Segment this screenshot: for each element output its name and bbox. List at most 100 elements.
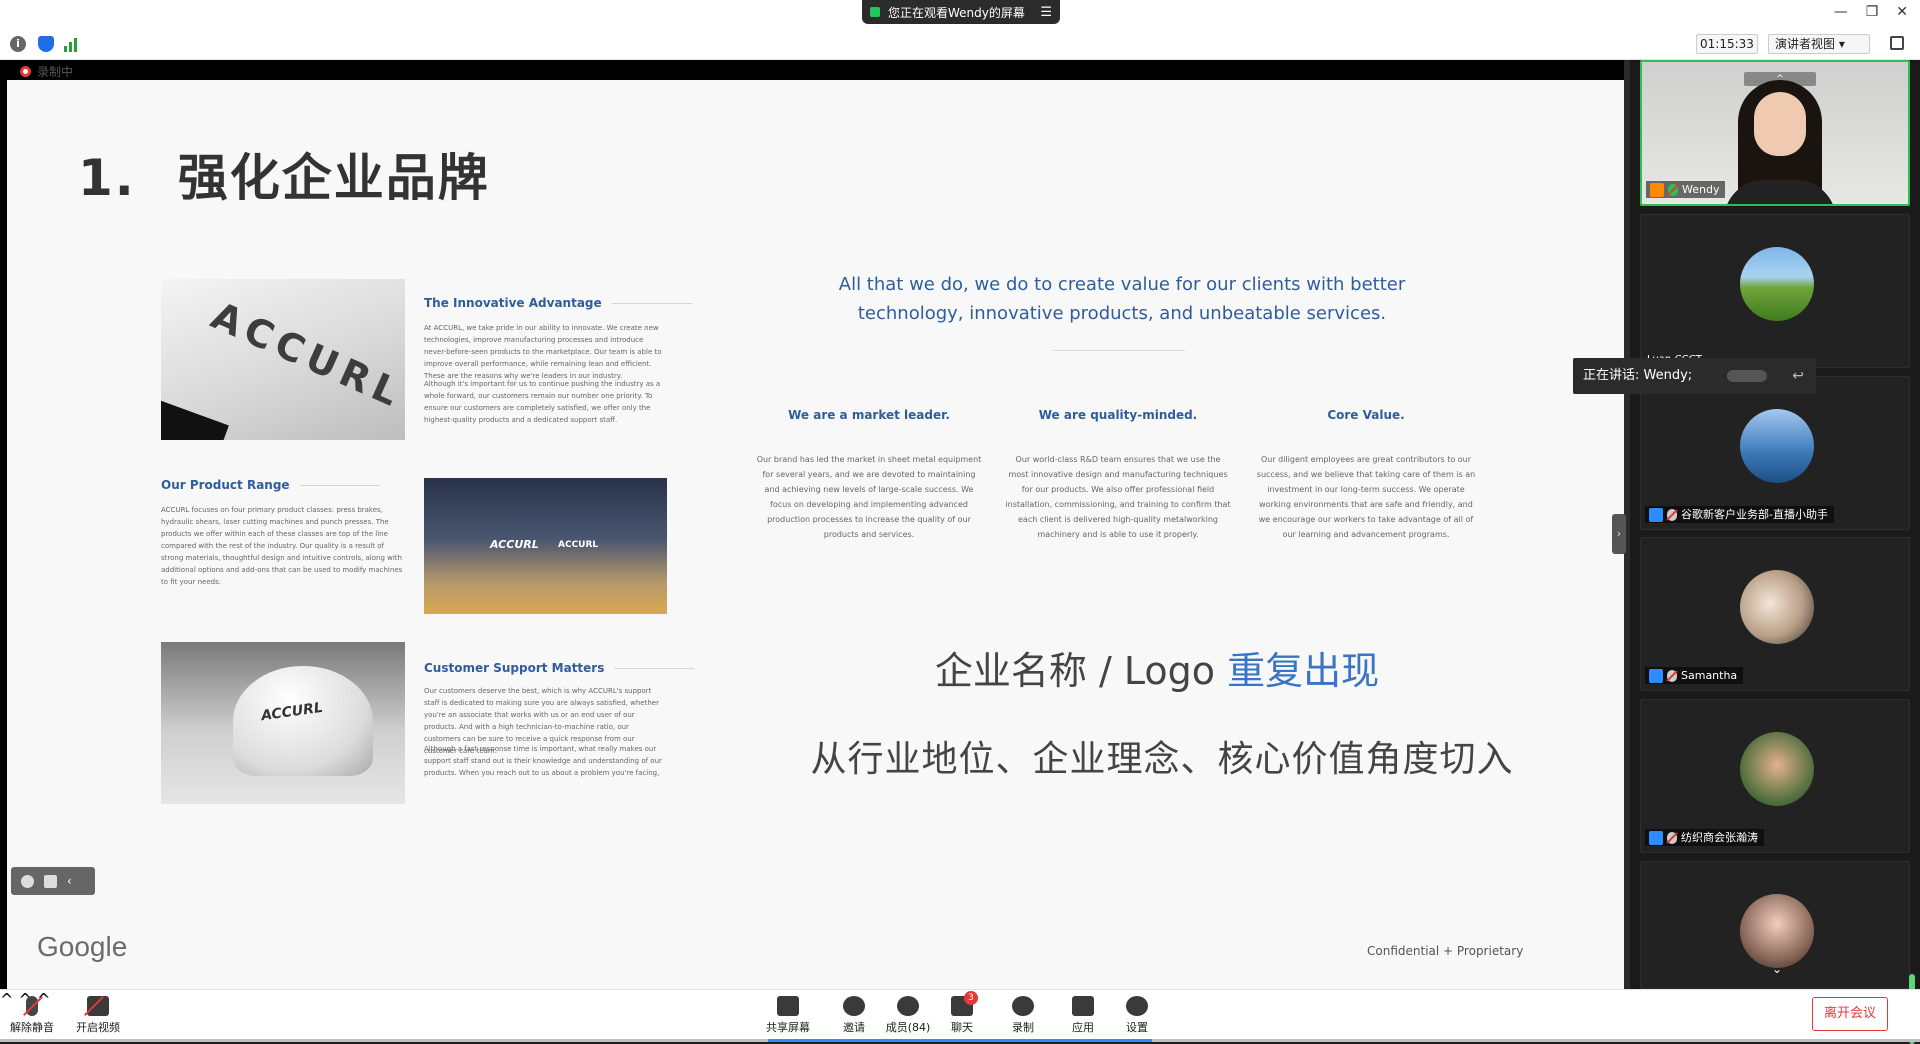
settings-label: 设置 — [1126, 1021, 1148, 1034]
video-tile-luan[interactable]: Luan-CCCT — [1640, 214, 1910, 368]
annotation-toolbar[interactable]: ‹ — [11, 867, 95, 895]
slide-title-text: 强化企业品牌 — [177, 149, 490, 207]
unmute-label: 解除静音 — [10, 1021, 54, 1034]
unmute-button[interactable]: 解除静音 — [2, 994, 62, 1035]
hard-hat-dome — [233, 666, 373, 776]
apps-label: 应用 — [1072, 1021, 1094, 1034]
participant-name: Samantha — [1681, 669, 1738, 682]
leave-meeting-button[interactable]: 离开会议 — [1812, 997, 1888, 1031]
wendy-video — [1720, 78, 1840, 204]
camera-icon — [87, 996, 109, 1016]
participant-name-tag: 纺织商会张瀚涛 — [1645, 829, 1764, 846]
participant-name: Wendy — [1682, 183, 1720, 196]
fullscreen-icon[interactable] — [1890, 36, 1904, 50]
close-button[interactable]: ✕ — [1896, 4, 1908, 20]
record-label: 录制 — [1012, 1021, 1034, 1034]
microphone-icon — [26, 996, 38, 1016]
video-tile-wendy[interactable]: ^ Wendy — [1640, 60, 1910, 206]
caption-icon[interactable] — [44, 874, 57, 888]
column-title-quality: We are quality-minded. — [1038, 408, 1198, 422]
meeting-controls: 解除静音 ^ 开启视频 ^ 共享屏幕 ^ 邀请 成员(84) 聊天 录制 应用 … — [0, 989, 1920, 1042]
video-tile-samantha[interactable]: Samantha — [1640, 537, 1910, 691]
signal-icon[interactable] — [64, 36, 80, 52]
person-icon — [1649, 830, 1663, 845]
angle-line: 从行业地位、企业理念、核心价值角度切入 — [810, 739, 1514, 780]
section-body-innovative-2: Although it's important for us to contin… — [424, 380, 661, 424]
avatar — [1740, 732, 1814, 806]
video-tile-assistant[interactable]: 谷歌新客户业务部-直播小助手 — [1640, 376, 1910, 530]
invite-label: 邀请 — [843, 1021, 865, 1034]
participants-button[interactable]: 成员(84) — [878, 994, 938, 1035]
start-video-label: 开启视频 — [76, 1021, 120, 1034]
panel-scrollbar[interactable] — [1908, 60, 1916, 1044]
participants-icon — [897, 996, 919, 1016]
person-icon — [1649, 507, 1663, 522]
invite-icon — [843, 996, 865, 1016]
avatar — [1740, 247, 1814, 321]
view-mode-button[interactable]: 演讲者视图 ▾ — [1768, 34, 1870, 54]
google-logo: Google — [37, 931, 128, 962]
title-bar: 您正在观看Wendy的屏幕 ☰ — ❐ ✕ — [0, 0, 1920, 29]
recording-indicator: 录制中 — [20, 63, 73, 80]
person-icon — [1649, 668, 1663, 683]
shield-icon[interactable] — [38, 36, 54, 52]
participant-name: 纺织商会张瀚涛 — [1681, 831, 1758, 844]
participant-name: 谷歌新客户业务部-直播小助手 — [1681, 508, 1828, 521]
collapse-icon[interactable]: ‹ — [67, 874, 72, 888]
wendy-face — [1754, 92, 1806, 156]
section-title-product-range: Our Product Range — [161, 478, 379, 492]
shared-screen: 1. 强化企业品牌 ACCURL The Innovative Advantage… — [0, 60, 1624, 989]
column-title-market-leader: We are a market leader. — [788, 408, 950, 422]
muted-mic-icon — [1667, 831, 1677, 844]
meeting-info-bar: i 01:15:33 演讲者视图 ▾ — [0, 29, 1920, 60]
share-screen-button[interactable]: 共享屏幕 — [758, 994, 818, 1035]
section-title-customer-support: Customer Support Matters — [424, 661, 695, 675]
gear-icon — [1126, 996, 1148, 1016]
screen-share-banner[interactable]: 您正在观看Wendy的屏幕 ☰ — [862, 0, 1060, 24]
muted-mic-icon — [1667, 508, 1677, 521]
settings-button[interactable]: 设置 — [1107, 994, 1167, 1035]
column-body-market-leader: Our brand has led the market in sheet me… — [756, 455, 982, 539]
slide-title-number: 1. — [78, 149, 136, 207]
sky-logo-2: ACCURL — [558, 540, 599, 550]
back-icon[interactable]: ↩ — [1792, 358, 1804, 394]
column-body-quality: Our world-class R&D team ensures that we… — [1005, 455, 1231, 539]
minimize-button[interactable]: — — [1834, 4, 1848, 20]
emoji-icon[interactable] — [21, 874, 34, 888]
section-body-customer-support-2: Although a fast response time is importa… — [424, 745, 662, 777]
scroll-down-icon[interactable]: ⌄ — [1772, 962, 1782, 976]
accurl-machine-image: ACCURL — [161, 279, 405, 440]
host-icon — [1650, 182, 1664, 197]
participant-name-tag: 谷歌新客户业务部-直播小助手 — [1645, 506, 1834, 523]
record-button[interactable]: 录制 — [993, 994, 1053, 1035]
brand-repeat-line: 企业名称 / Logo 重复出现 — [787, 640, 1527, 695]
record-icon — [1012, 996, 1034, 1016]
mic-icon — [1668, 183, 1678, 196]
hard-hat-image: ACCURL — [161, 642, 405, 804]
participant-name-tag: Samantha — [1645, 667, 1744, 684]
chat-button[interactable]: 聊天 — [932, 994, 992, 1035]
avatar — [1740, 894, 1814, 968]
menu-icon[interactable]: ☰ — [1040, 5, 1052, 20]
muted-mic-icon — [1667, 669, 1677, 682]
restore-button[interactable]: ❐ — [1866, 4, 1879, 20]
divider — [1053, 350, 1185, 351]
brand-repeat-highlight: 重复出现 — [1227, 649, 1380, 693]
start-video-button[interactable]: 开启视频 — [68, 994, 128, 1035]
record-dot-icon — [20, 66, 31, 77]
panel-collapse-handle[interactable]: › — [1612, 514, 1626, 554]
avatar — [1740, 409, 1814, 483]
chat-label: 聊天 — [951, 1021, 973, 1034]
accurl-logo: ACCURL — [204, 293, 405, 417]
slide-title: 1. 强化企业品牌 — [78, 138, 490, 210]
section-title-innovative: The Innovative Advantage — [424, 296, 692, 310]
video-tile-textile[interactable]: 纺织商会张瀚涛 — [1640, 699, 1910, 853]
meeting-timer: 01:15:33 — [1696, 34, 1758, 54]
info-icon[interactable]: i — [10, 36, 26, 52]
share-indicator-icon — [870, 7, 880, 17]
apps-icon — [1072, 996, 1094, 1016]
apps-button[interactable]: 应用 — [1053, 994, 1113, 1035]
invite-button[interactable]: 邀请 — [824, 994, 884, 1035]
brand-repeat-text: 企业名称 / Logo — [934, 649, 1228, 693]
share-screen-icon — [777, 996, 799, 1016]
